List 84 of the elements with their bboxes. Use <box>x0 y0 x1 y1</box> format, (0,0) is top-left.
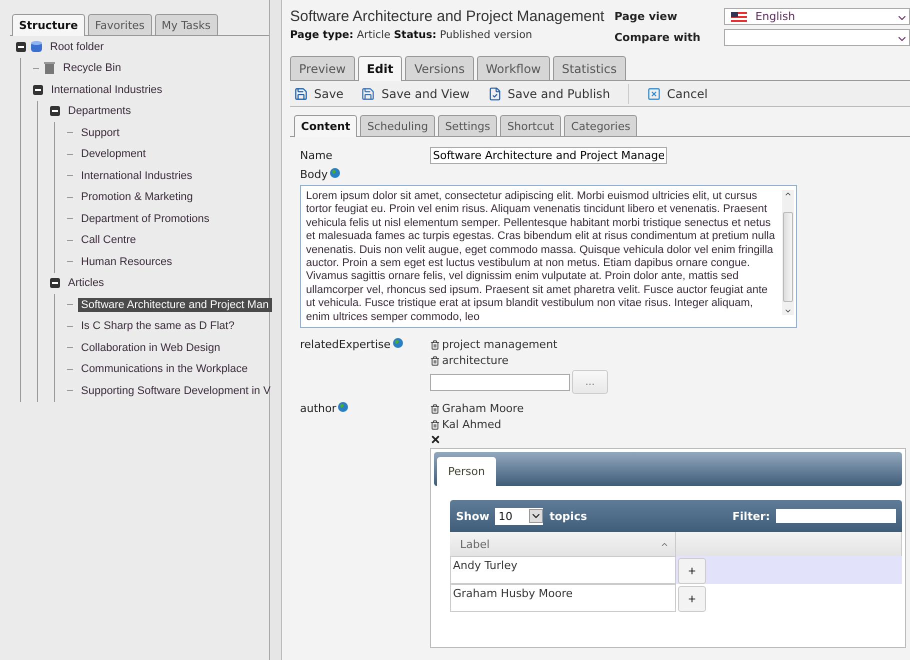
database-icon <box>31 40 42 53</box>
tree-item[interactable]: Development <box>78 147 149 162</box>
globe-icon <box>392 338 403 348</box>
collapse-toggle[interactable] <box>16 42 26 52</box>
caret-icon <box>529 509 544 524</box>
page-tab[interactable]: Edit <box>358 56 402 81</box>
trash-icon[interactable] <box>430 404 440 414</box>
sidebar-tab[interactable]: Structure <box>12 14 85 36</box>
tree-item[interactable]: Is C Sharp the same as D Flat? <box>78 319 238 334</box>
publish-icon <box>488 86 502 100</box>
browse-button[interactable]: ... <box>572 370 608 394</box>
page-tab[interactable]: Preview <box>290 56 355 80</box>
tree-item[interactable]: Call Centre <box>78 233 140 248</box>
scroll-up-icon[interactable] <box>784 190 792 198</box>
filter-field[interactable] <box>776 509 896 524</box>
show-label: Show <box>456 510 490 523</box>
toolbar-button[interactable]: Save <box>294 86 344 100</box>
page-tab[interactable]: Versions <box>405 56 474 80</box>
tree-item[interactable]: Root folder <box>47 40 107 54</box>
expertise-label: relatedExpertise <box>300 338 391 352</box>
globe-icon <box>330 168 340 178</box>
toolbar-button[interactable]: Cancel <box>647 86 708 100</box>
language-select[interactable]: English <box>724 8 910 25</box>
name-field[interactable]: Software Architecture and Project Manage <box>430 147 667 164</box>
scrollbar[interactable] <box>782 190 794 316</box>
collapse-toggle[interactable] <box>50 106 60 116</box>
sidebar-tab[interactable]: My Tasks <box>154 14 218 35</box>
content-tab[interactable]: Shortcut <box>500 115 562 136</box>
flag-icon <box>731 12 748 22</box>
expertise-item: project management <box>442 338 558 352</box>
tree-item[interactable]: International Industries <box>48 82 166 97</box>
plus-icon <box>687 566 697 576</box>
author-item: Kal Ahmed <box>442 418 502 432</box>
page-view-label: Page view <box>614 10 678 23</box>
trash-icon[interactable] <box>430 340 440 350</box>
filter-label: Filter: <box>732 510 770 523</box>
tree-item[interactable]: Collaboration in Web Design <box>78 340 224 355</box>
trash-icon[interactable] <box>430 356 440 366</box>
collapse-toggle[interactable] <box>33 84 43 95</box>
save-icon <box>294 86 308 100</box>
compare-label: Compare with <box>614 31 702 44</box>
content-tab[interactable]: Content <box>294 115 358 137</box>
page-size-select[interactable]: 10 <box>495 508 544 525</box>
body-text: Lorem ipsum dolor sit amet, consectetur adipiscing elit. Morbi euismod ultricies elit, ut cursus tortor feugiat eu. Proin vel enim risus. Aliquam venenatis tincidunt libero et venenatis. Praesent vehicula felis ut nisl elementum semper. Pellentesque habitant morbi tristique senectus et netus et malesuada fames ac turpis egestas. Cras bibendum elit at risus condimentum at pretium nulla venenatis. Duis non velit augue, eget commodo massa. Quisque vehicula dolor vel enim fringilla auctor. Proin a sem eget est luctus vestibulum at non metus. Etiam dapibus ornare congue. Vivamus sagittis ornare felis, vel dignissim enim vulputate at. Proin dolor ante, mattis sed ullamcorper vel, rhoncus sed ipsum. Praesent sit amet pharetra velit. Fusce auctor feugiat ante ut vehicula. Fusce tristique erat at ipsum blandit vestibulum non vitae risus. Integer aliquam, enim ultrices semper commodo, leo <box>306 190 775 323</box>
page-tab[interactable]: Statistics <box>552 56 626 80</box>
content-tab[interactable]: Categories <box>564 115 638 136</box>
page-tab[interactable]: Workflow <box>476 56 550 80</box>
toolbar-button[interactable]: Save and Publish <box>488 86 610 100</box>
plus-icon <box>687 594 697 604</box>
trash-can-icon <box>44 62 55 74</box>
page-title: Software Architecture and Project Management <box>290 8 604 25</box>
body-label: Body <box>300 168 328 181</box>
tree-item[interactable]: Department of Promotions <box>78 212 212 226</box>
close-icon[interactable] <box>430 434 441 446</box>
page-meta: Page type: Article Status: Published version <box>290 29 534 41</box>
author-item: Graham Moore <box>442 402 524 416</box>
column-header[interactable]: Label <box>450 532 676 556</box>
table-cell: Graham Husby Moore <box>450 584 676 612</box>
tree-item[interactable]: Human Resources <box>78 254 176 269</box>
tree-item[interactable]: Departments <box>65 104 134 118</box>
tree-item[interactable]: International Industries <box>78 168 196 183</box>
collapse-toggle[interactable] <box>50 278 60 288</box>
tree-item[interactable]: Articles <box>65 276 108 290</box>
globe-icon <box>338 402 348 412</box>
toolbar-button[interactable]: Save and View <box>361 86 470 100</box>
tree-item[interactable]: Communications in the Workplace <box>78 362 251 376</box>
tree-item[interactable]: Recycle Bin <box>60 61 124 76</box>
expertise-item: architecture <box>442 354 509 368</box>
person-tab[interactable]: Person <box>437 457 496 486</box>
tree-item[interactable]: Support <box>78 126 123 140</box>
tree-item[interactable]: Software Architecture and Project Man <box>78 298 272 312</box>
table-cell: Andy Turley <box>450 556 676 584</box>
topics-label: topics <box>549 510 588 523</box>
author-label: author <box>300 402 336 416</box>
tree-item[interactable]: Supporting Software Development in V <box>78 384 274 398</box>
sidebar-tab[interactable]: Favorites <box>88 14 152 35</box>
name-label: Name <box>300 148 334 164</box>
content-tab[interactable]: Settings <box>438 115 498 136</box>
save-icon <box>361 86 376 100</box>
tree-item[interactable]: Promotion & Marketing <box>78 190 196 204</box>
expertise-field[interactable] <box>430 374 570 391</box>
trash-icon[interactable] <box>430 420 440 430</box>
cancel-icon <box>647 86 662 100</box>
content-tab[interactable]: Scheduling <box>360 115 436 136</box>
